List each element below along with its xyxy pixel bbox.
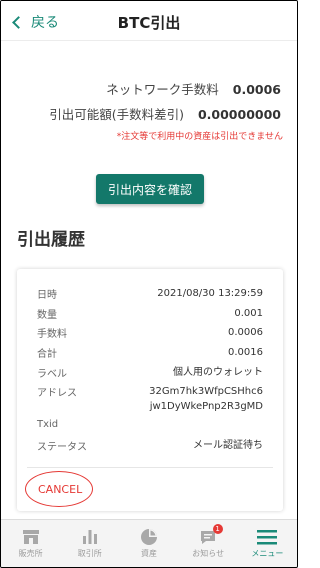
nav-label-menu: メニュー (251, 549, 284, 558)
row-label-address: アドレス (37, 388, 77, 399)
network-fee-value: 0.0006 (232, 82, 281, 97)
row-value-address: 32Gm7hk3WfpCSHhc6 jw1DyWkePnp2R3gMD (149, 384, 263, 414)
row-label-datetime: 日時 (37, 290, 57, 301)
header: 戻る BTC引出 (1, 1, 297, 41)
address-line-1: 32Gm7hk3WfpCSHhc6 (149, 386, 263, 397)
available-amount-label: 引出可能額(手数料差引) (49, 107, 184, 122)
row-value-fee: 0.0006 (228, 327, 263, 338)
nav-item-exchange[interactable]: 取引所 (60, 520, 119, 567)
notification-badge: 1 (212, 524, 223, 534)
nav-item-store[interactable]: 販売所 (1, 520, 60, 567)
row-value-datetime: 2021/08/30 13:29:59 (157, 288, 263, 299)
nav-item-assets[interactable]: 資産 (119, 520, 178, 567)
app-frame: 戻る BTC引出 ネットワーク手数料 0.0006 引出可能額(手数料差引) 0… (0, 0, 298, 568)
row-value-total: 0.0016 (228, 347, 263, 358)
menu-icon (257, 530, 278, 545)
bar-chart-icon (82, 530, 97, 544)
row-label-fee: 手数料 (37, 329, 67, 340)
row-value-quantity: 0.001 (234, 308, 263, 319)
row-label-txid: Txid (37, 419, 59, 430)
address-line-2: jw1DyWkePnp2R3gMD (149, 401, 263, 412)
nav-item-notifications[interactable]: 1 お知らせ (179, 520, 238, 567)
row-value-status: メール認証待ち (193, 440, 263, 451)
history-title: 引出履歴 (17, 230, 85, 250)
network-fee-label: ネットワーク手数料 (106, 82, 219, 97)
history-card: 日時 2021/08/30 13:29:59 数量 0.001 手数料 0.00… (17, 269, 283, 511)
nav-label-exchange: 取引所 (77, 549, 102, 558)
row-value-label: 個人用のウォレット (173, 367, 263, 378)
page-title: BTC引出 (117, 14, 181, 32)
row-label-quantity: 数量 (37, 310, 57, 321)
row-label-status: ステータス (37, 442, 87, 453)
nav-label-notifications: お知らせ (192, 549, 225, 558)
card-divider (27, 467, 273, 468)
cancel-button[interactable]: CANCEL (38, 483, 82, 496)
confirm-withdrawal-button[interactable]: 引出内容を確認 (96, 174, 204, 204)
available-amount-value: 0.00000000 (197, 107, 281, 122)
network-fee-row: ネットワーク手数料 0.0006 (106, 79, 281, 98)
bottom-nav: 販売所 取引所 資産 1 お知らせ メニュー (1, 519, 297, 567)
warning-text: *注文等で利用中の資産は引出できません (116, 132, 283, 142)
nav-label-assets: 資産 (141, 549, 157, 558)
available-amount-row: 引出可能額(手数料差引) 0.00000000 (49, 104, 281, 123)
row-label-label: ラベル (37, 369, 67, 380)
store-icon (22, 530, 39, 544)
pie-chart-icon (141, 529, 157, 545)
nav-label-store: 販売所 (18, 549, 43, 558)
nav-item-menu[interactable]: メニュー (238, 520, 297, 567)
row-label-total: 合計 (37, 349, 57, 360)
